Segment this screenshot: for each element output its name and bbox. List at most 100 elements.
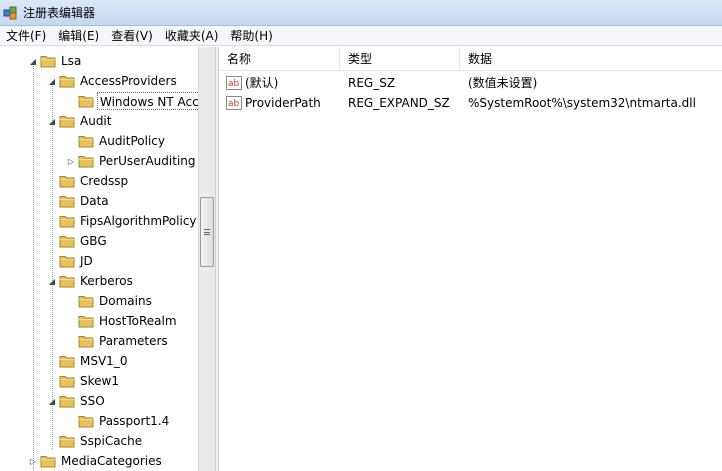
- tree-node[interactable]: HostToRealm: [66, 311, 179, 331]
- folder-icon: [78, 334, 94, 348]
- collapse-arrow-icon[interactable]: ◢: [47, 391, 57, 411]
- menu-help[interactable]: 帮助(H): [224, 26, 278, 46]
- window-title: 注册表编辑器: [23, 6, 96, 20]
- svg-text:ab: ab: [228, 79, 240, 89]
- folder-icon: [59, 434, 75, 448]
- tree-node[interactable]: ◢ Kerberos: [47, 271, 135, 291]
- tree-node[interactable]: AuditPolicy: [66, 131, 167, 151]
- tree-node[interactable]: Data: [47, 191, 111, 211]
- menu-file[interactable]: 文件(F): [0, 26, 52, 46]
- tree-node-label: Skew1: [80, 374, 119, 388]
- tree-connector: [66, 91, 76, 111]
- tree-connector: [47, 371, 57, 391]
- folder-icon: [59, 274, 75, 288]
- folder-icon: [78, 314, 94, 328]
- tree-node[interactable]: ◢ Lsa: [28, 51, 83, 71]
- tree-scrollbar[interactable]: [198, 47, 215, 471]
- tree-node[interactable]: Credssp: [47, 171, 130, 191]
- tree-node-label: Parameters: [99, 334, 168, 348]
- tree-node[interactable]: ◢ SSO: [47, 391, 107, 411]
- tree-node[interactable]: Domains: [66, 291, 154, 311]
- tree-node-label: JD: [80, 254, 93, 268]
- value-name: ProviderPath: [245, 96, 321, 110]
- value-data: (数值未设置): [468, 76, 538, 90]
- folder-icon: [59, 194, 75, 208]
- tree-node[interactable]: Parameters: [66, 331, 170, 351]
- menu-bar: 文件(F) 编辑(E) 查看(V) 收藏夹(A) 帮助(H): [0, 26, 722, 46]
- tree-node-label: SspiCache: [80, 434, 143, 448]
- tree-node-label: Data: [80, 194, 109, 208]
- tree-connector: [66, 291, 76, 311]
- tree-node-label: SSO: [80, 394, 105, 408]
- tree-node-label: Domains: [99, 294, 152, 308]
- tree-node[interactable]: ◢ Audit: [47, 111, 113, 131]
- list-header: 名称 类型 数据: [219, 47, 722, 71]
- tree-node[interactable]: GBG: [47, 231, 109, 251]
- value-type: REG_EXPAND_SZ: [348, 96, 450, 110]
- tree-node-label: AuditPolicy: [99, 134, 165, 148]
- tree-node-label: Lsa: [61, 54, 82, 68]
- registry-icon: [3, 5, 19, 21]
- tree-connector: [47, 211, 57, 231]
- tree-node[interactable]: Skew1: [47, 371, 121, 391]
- tree-node-label: Kerberos: [80, 274, 133, 288]
- value-row[interactable]: ab (默认) REG_SZ (数值未设置): [219, 73, 722, 93]
- folder-icon: [59, 174, 75, 188]
- menu-favorites[interactable]: 收藏夹(A): [159, 26, 225, 46]
- key-tree[interactable]: ◢ Lsa ◢ AccessProviders Windows NT Acc ◢ Audit…: [0, 47, 198, 471]
- tree-node-label: Passport1.4: [99, 414, 170, 428]
- tree-node-label: GBG: [80, 234, 107, 248]
- column-header-data[interactable]: 数据: [460, 47, 722, 71]
- menu-view[interactable]: 查看(V): [105, 26, 159, 46]
- tree-node-label: HostToRealm: [99, 314, 177, 328]
- grip-icon: [204, 229, 210, 235]
- tree-node[interactable]: Passport1.4: [66, 411, 171, 431]
- tree-node-label: FipsAlgorithmPolicy: [80, 214, 197, 228]
- value-type: REG_SZ: [348, 76, 396, 90]
- title-bar: 注册表编辑器: [0, 0, 722, 26]
- tree-node[interactable]: JD: [47, 251, 95, 271]
- string-value-icon: ab: [226, 96, 242, 110]
- tree-node[interactable]: ◢ AccessProviders: [47, 71, 179, 91]
- tree-connector: [47, 231, 57, 251]
- value-row[interactable]: ab ProviderPath REG_EXPAND_SZ %SystemRoo…: [219, 93, 722, 113]
- tree-node-label: MediaCategories: [61, 454, 162, 468]
- folder-icon: [78, 134, 94, 148]
- folder-icon: [40, 54, 56, 68]
- folder-icon: [59, 394, 75, 408]
- value-list[interactable]: 名称 类型 数据 ab (默认) REG_SZ (数值未设置) ab Provi…: [219, 47, 722, 471]
- collapse-arrow-icon[interactable]: ◢: [47, 71, 57, 91]
- column-header-type[interactable]: 类型: [340, 47, 460, 71]
- tree-connector: [47, 351, 57, 371]
- tree-node[interactable]: Windows NT Acc: [66, 91, 198, 111]
- collapse-arrow-icon[interactable]: ◢: [47, 271, 57, 291]
- tree-connector: [47, 191, 57, 211]
- tree-connector: [47, 171, 57, 191]
- column-header-name[interactable]: 名称: [219, 47, 340, 71]
- folder-icon: [59, 114, 75, 128]
- folder-icon: [78, 294, 94, 308]
- tree-node[interactable]: MSV1_0: [47, 351, 129, 371]
- tree-node[interactable]: FipsAlgorithmPolicy: [47, 211, 198, 231]
- tree-connector: [66, 411, 76, 431]
- expand-arrow-icon[interactable]: ▷: [28, 451, 38, 471]
- collapse-arrow-icon[interactable]: ◢: [28, 51, 38, 71]
- tree-node-label: AccessProviders: [80, 74, 177, 88]
- menu-edit[interactable]: 编辑(E): [52, 26, 105, 46]
- tree-node[interactable]: ▷ MediaCategories: [28, 451, 164, 471]
- folder-icon: [78, 154, 94, 168]
- tree-node-label: PerUserAuditing: [99, 154, 196, 168]
- folder-icon: [78, 414, 94, 428]
- collapse-arrow-icon[interactable]: ◢: [47, 111, 57, 131]
- tree-guide-line: [33, 61, 34, 471]
- value-name: (默认): [245, 76, 279, 90]
- scrollbar-thumb[interactable]: [200, 197, 214, 267]
- folder-icon: [59, 234, 75, 248]
- expand-arrow-icon[interactable]: ▷: [66, 151, 76, 171]
- folder-icon: [59, 354, 75, 368]
- tree-node[interactable]: SspiCache: [47, 431, 144, 451]
- tree-node-label: MSV1_0: [80, 354, 128, 368]
- folder-icon: [59, 374, 75, 388]
- tree-connector: [47, 251, 57, 271]
- tree-node[interactable]: ▷ PerUserAuditing: [66, 151, 198, 171]
